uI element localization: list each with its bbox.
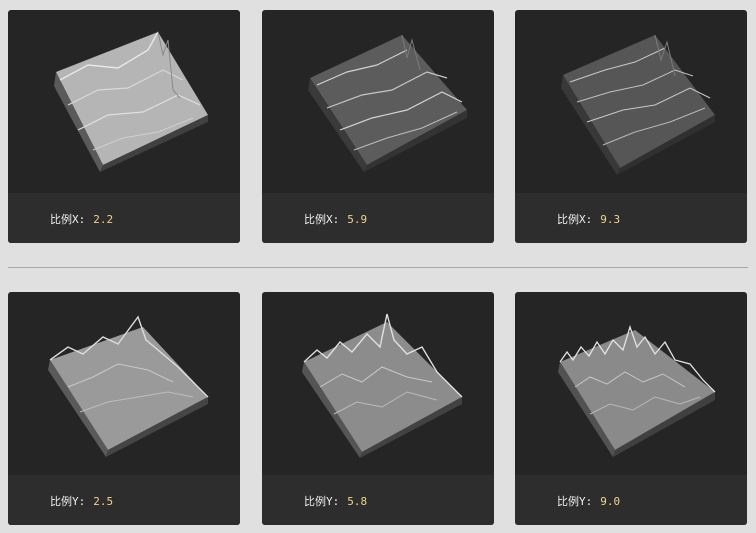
parameter-separator: :	[585, 495, 593, 508]
card-footer: 比例Y: 2.5	[8, 475, 240, 525]
card-footer: 比例X: 9.3	[515, 193, 747, 243]
parameter-label: 比例X	[304, 213, 333, 226]
parameter-label: 比例Y	[557, 495, 586, 508]
parameter-separator: :	[78, 495, 86, 508]
card-footer: 比例X: 2.2	[8, 193, 240, 243]
parameter-value: 2.5	[93, 495, 114, 508]
scale-x-row: 比例X: 2.2 比例X: 5.9 比例X: 9.3	[0, 10, 756, 243]
terrain-preview-image	[8, 10, 240, 193]
terrain-preview-image	[262, 10, 494, 193]
parameter-separator: :	[332, 495, 340, 508]
scale-parameter: 比例X: 9.3	[557, 211, 620, 227]
parameter-value: 5.8	[347, 495, 368, 508]
card-footer: 比例Y: 5.8	[262, 475, 494, 525]
terrain-card[interactable]: 比例X: 9.3	[515, 10, 747, 243]
terrain-card[interactable]: 比例Y: 5.8	[262, 292, 494, 525]
card-footer: 比例X: 5.9	[262, 193, 494, 243]
terrain-card[interactable]: 比例Y: 2.5	[8, 292, 240, 525]
terrain-preview-image	[515, 10, 747, 193]
parameter-label: 比例Y	[50, 495, 79, 508]
scale-parameter: 比例X: 5.9	[304, 211, 367, 227]
scale-y-row: 比例Y: 2.5 比例Y: 5.8 比例Y: 9.0	[0, 292, 756, 525]
parameter-separator: :	[78, 213, 86, 226]
scale-parameter: 比例Y: 2.5	[50, 493, 113, 509]
terrain-card[interactable]: 比例X: 5.9	[262, 10, 494, 243]
parameter-label: 比例Y	[304, 495, 333, 508]
parameter-value: 9.3	[600, 213, 621, 226]
terrain-preview-image	[262, 292, 494, 475]
parameter-separator: :	[585, 213, 593, 226]
scale-parameter: 比例X: 2.2	[50, 211, 113, 227]
section-divider	[8, 267, 748, 268]
scale-parameter: 比例Y: 5.8	[304, 493, 367, 509]
terrain-preview-image	[8, 292, 240, 475]
parameter-separator: :	[332, 213, 340, 226]
parameter-value: 9.0	[600, 495, 621, 508]
terrain-card[interactable]: 比例Y: 9.0	[515, 292, 747, 525]
parameter-value: 2.2	[93, 213, 114, 226]
scale-parameter: 比例Y: 9.0	[557, 493, 620, 509]
parameter-label: 比例X	[557, 213, 586, 226]
terrain-card[interactable]: 比例X: 2.2	[8, 10, 240, 243]
card-footer: 比例Y: 9.0	[515, 475, 747, 525]
parameter-label: 比例X	[50, 213, 79, 226]
parameter-value: 5.9	[347, 213, 368, 226]
terrain-preview-image	[515, 292, 747, 475]
